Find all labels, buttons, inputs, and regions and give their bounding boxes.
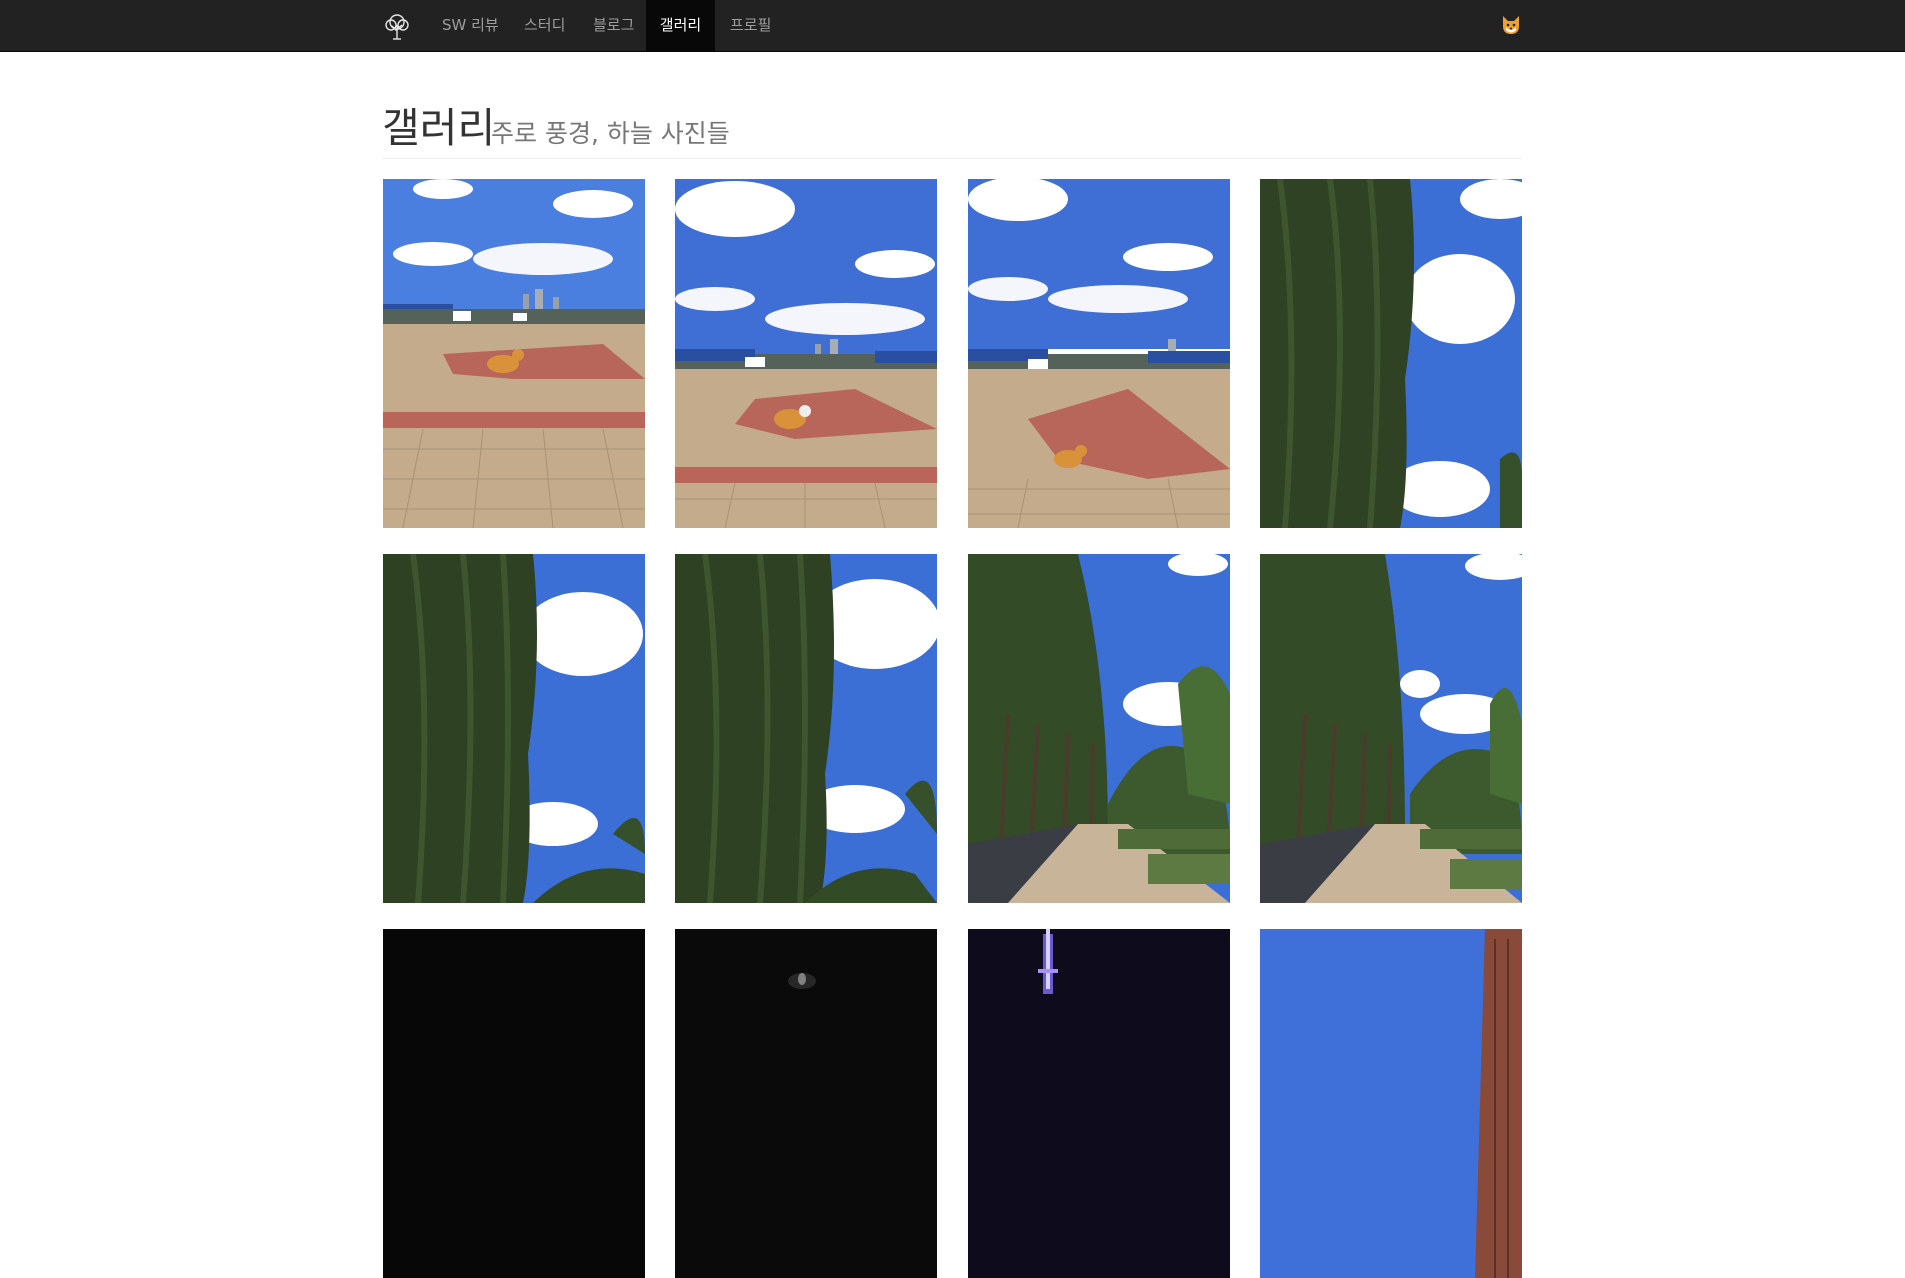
gallery-photo[interactable] <box>383 929 645 1278</box>
page-header: 갤러리 주로 풍경, 하늘 사진들 <box>382 104 1522 159</box>
gallery-photo[interactable] <box>383 179 645 528</box>
top-navbar: SW 리뷰 스터디 블로그 갤러리 프로필 <box>0 0 1905 52</box>
page-title: 갤러리 <box>382 104 496 152</box>
gallery-photo[interactable] <box>968 554 1230 903</box>
gallery-photo[interactable] <box>968 929 1230 1278</box>
gallery-photo[interactable] <box>1260 554 1522 903</box>
gallery-photo[interactable] <box>383 554 645 903</box>
fox-icon[interactable] <box>1500 14 1522 36</box>
gallery-photo[interactable] <box>675 554 937 903</box>
gallery-photo[interactable] <box>675 929 937 1278</box>
nav-gallery[interactable]: 갤러리 <box>646 0 715 51</box>
gallery-photo[interactable] <box>1260 929 1522 1278</box>
nav-profile[interactable]: 프로필 <box>730 0 771 51</box>
gallery-photo[interactable] <box>1260 179 1522 528</box>
nav-study[interactable]: 스터디 <box>524 0 565 51</box>
page-subtitle: 주로 풍경, 하늘 사진들 <box>491 119 730 148</box>
nav-blog[interactable]: 블로그 <box>593 0 634 51</box>
gallery-photo[interactable] <box>968 179 1230 528</box>
tree-icon[interactable] <box>382 11 412 41</box>
gallery-photo[interactable] <box>675 179 937 528</box>
nav-sw-review[interactable]: SW 리뷰 <box>442 0 499 51</box>
nav-gallery-label: 갤러리 <box>659 16 702 34</box>
